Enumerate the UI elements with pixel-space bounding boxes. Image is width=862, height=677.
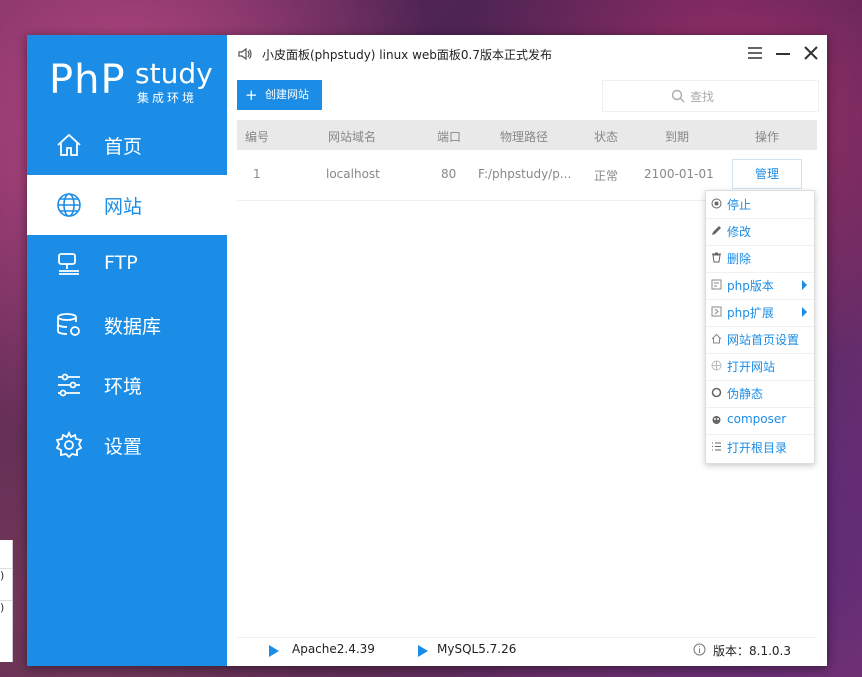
create-website-button[interactable]: + 创建网站 [237, 80, 322, 110]
cell-id: 1 [253, 167, 261, 181]
trash-icon [712, 252, 721, 263]
background-window-fragment: ) ) [0, 540, 13, 662]
menu-item-edit[interactable]: 修改 [706, 218, 814, 246]
header-port: 端口 [437, 130, 462, 144]
logo-study: study [135, 57, 213, 90]
menu-item-php-version[interactable]: php版本 [706, 272, 814, 300]
php-version-icon [711, 279, 722, 290]
composer-icon [712, 416, 721, 424]
menu-item-open-root-dir[interactable]: 打开根目录 [706, 434, 814, 461]
cell-status: 正常 [594, 169, 619, 183]
header-domain: 网站域名 [328, 130, 377, 144]
announcement-title[interactable]: 小皮面板(phpstudy) linux web面板0.7版本正式发布 [262, 46, 552, 63]
menu-item-open-website[interactable]: 打开网站 [706, 353, 814, 381]
cell-port: 80 [441, 167, 457, 181]
title-bar: 小皮面板(phpstudy) linux web面板0.7版本正式发布 [227, 35, 827, 73]
header-id: 编号 [245, 130, 270, 144]
status-bar: Apache2.4.39 MySQL5.7.26 版本：8.1.0.3 [237, 637, 817, 662]
header-action: 操作 [755, 130, 780, 144]
globe-small-icon [711, 360, 722, 371]
mysql-version: MySQL5.7.26 [437, 642, 517, 656]
header-status: 状态 [594, 130, 619, 144]
sidebar-item-website[interactable]: 网站 [27, 175, 227, 235]
logo: PhP study 集成环境 [49, 57, 219, 117]
menu-item-label: 修改 [727, 225, 752, 239]
minimize-icon[interactable] [775, 45, 791, 61]
sidebar-item-database[interactable]: 数据库 [27, 295, 227, 355]
menu-icon[interactable] [747, 45, 763, 61]
sidebar-item-ftp[interactable]: FTP [27, 235, 227, 295]
menu-item-homepage-settings[interactable]: 网站首页设置 [706, 326, 814, 354]
menu-item-label: composer [727, 412, 787, 426]
database-icon [57, 313, 80, 336]
speaker-icon[interactable] [237, 46, 253, 62]
mysql-start-icon[interactable] [418, 645, 428, 657]
menu-item-label: php版本 [727, 279, 774, 293]
menu-item-composer[interactable]: composer [706, 407, 814, 435]
sidebar-item-label: 数据库 [104, 316, 162, 338]
logo-php: PhP [49, 57, 126, 103]
menu-item-label: 网站首页设置 [727, 333, 800, 347]
search-input[interactable]: 查找 [602, 80, 819, 112]
sidebar-item-environment[interactable]: 环境 [27, 355, 227, 415]
menu-item-delete[interactable]: 删除 [706, 245, 814, 273]
menu-item-php-extension[interactable]: php扩展 [706, 299, 814, 327]
logo-subtitle: 集成环境 [137, 91, 198, 105]
header-path: 物理路径 [500, 130, 549, 144]
sidebar-item-settings[interactable]: 设置 [27, 415, 227, 475]
cell-expiry: 2100-01-01 [644, 167, 714, 181]
apache-version: Apache2.4.39 [292, 642, 375, 656]
menu-item-label: 伪静态 [727, 387, 764, 401]
search-placeholder: 查找 [690, 90, 715, 104]
header-expiry: 到期 [665, 130, 690, 144]
sidebar-item-home[interactable]: 首页 [27, 115, 227, 175]
sidebar-item-label: 环境 [104, 376, 143, 398]
home-small-icon [711, 333, 722, 344]
submenu-arrow-icon [802, 280, 807, 290]
plus-icon: + [245, 86, 258, 104]
sidebar-item-label: FTP [104, 252, 138, 274]
menu-item-label: 打开网站 [727, 360, 776, 374]
close-icon[interactable] [802, 44, 820, 62]
menu-item-label: 停止 [727, 198, 752, 212]
cell-domain: localhost [326, 167, 380, 181]
pencil-icon [712, 226, 721, 235]
php-extension-icon [711, 306, 722, 317]
apache-start-icon[interactable] [269, 645, 279, 657]
rewrite-icon [711, 387, 722, 398]
search-icon [671, 89, 685, 103]
background-row: ) [0, 568, 12, 582]
table-header: 编号 网站域名 端口 物理路径 状态 到期 操作 [237, 120, 817, 150]
gear-icon [55, 431, 83, 459]
home-icon [57, 133, 81, 156]
sidebar-item-label: 网站 [104, 196, 143, 218]
list-icon [712, 442, 721, 451]
sidebar-item-label: 设置 [104, 436, 143, 458]
menu-item-label: php扩展 [727, 306, 774, 320]
background-row: ) [0, 600, 12, 614]
menu-item-rewrite[interactable]: 伪静态 [706, 380, 814, 408]
sidebar-item-label: 首页 [104, 136, 143, 158]
create-website-label: 创建网站 [265, 88, 309, 101]
menu-item-stop[interactable]: 停止 [706, 191, 814, 219]
menu-item-label: 删除 [727, 252, 752, 266]
sliders-icon [58, 373, 80, 397]
app-version: 版本：8.1.0.3 [713, 644, 791, 658]
menu-item-label: 打开根目录 [727, 441, 788, 455]
globe-icon [57, 193, 81, 217]
submenu-arrow-icon [802, 307, 807, 317]
info-icon [693, 643, 706, 656]
manage-dropdown-menu: 停止 修改 删除 php版本 php扩展 网站首页设置 打开网站 伪静态 com… [705, 190, 815, 464]
sidebar: PhP study 集成环境 首页 网站 FTP 数据库 环境 设置 [27, 35, 227, 666]
cell-path: F:/phpstudy/p... [478, 167, 572, 181]
ftp-icon [58, 253, 79, 275]
manage-button[interactable]: 管理 [732, 159, 802, 189]
stop-icon [711, 198, 722, 209]
